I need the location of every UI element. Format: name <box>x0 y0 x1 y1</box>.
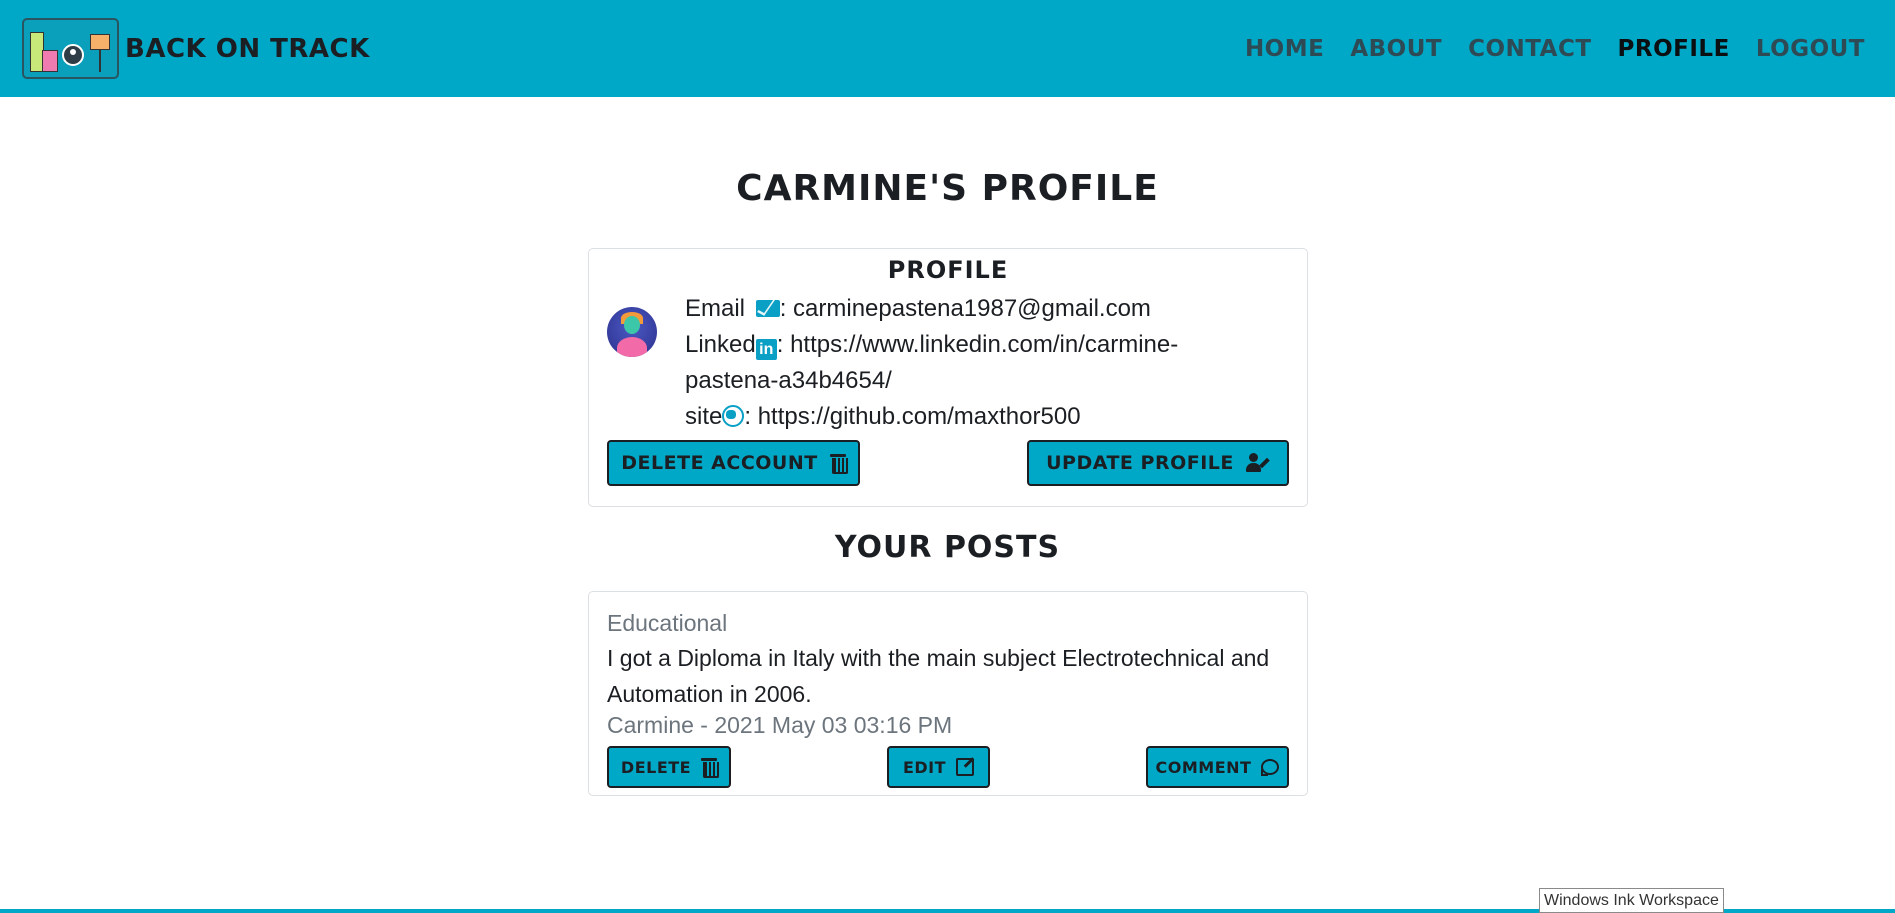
post-comment-button[interactable]: Comment <box>1146 746 1289 788</box>
post-category: Educational <box>607 610 728 636</box>
envelope-icon <box>755 300 780 317</box>
nav-contact[interactable]: Contact <box>1468 36 1591 62</box>
edit-icon <box>956 758 975 776</box>
post-meta: Carmine - 2021 May 03 03:16 PM <box>607 712 953 738</box>
post-content: I got a Diploma in Italy with the main s… <box>607 645 1270 707</box>
nav-menu: Home About Contact Profile Logout <box>1245 36 1865 62</box>
nav-profile[interactable]: Profile <box>1618 36 1730 62</box>
email-row: Email : carminepastena1987@gmail.com <box>685 291 1225 327</box>
delete-account-button[interactable]: Delete Account <box>607 440 860 486</box>
nav-logout[interactable]: Logout <box>1756 36 1865 62</box>
site-label: site <box>685 403 723 430</box>
delete-account-label: Delete Account <box>621 452 818 474</box>
post-card: Educational I got a Diploma in Italy wit… <box>588 591 1308 796</box>
update-profile-button[interactable]: Update Profile <box>1027 440 1289 486</box>
globe-icon <box>722 405 745 427</box>
linkedin-icon: in <box>755 339 777 360</box>
post-edit-label: Edit <box>902 757 947 777</box>
nav-about[interactable]: About <box>1350 36 1442 62</box>
nav-home[interactable]: Home <box>1245 36 1324 62</box>
post-edit-button[interactable]: Edit <box>887 746 990 788</box>
site-row: site : https://github.com/maxthor500 <box>685 399 1225 435</box>
trash-icon <box>829 454 848 474</box>
post-comment-label: Comment <box>1155 757 1252 777</box>
linkedin-row: Linked in: https://www.linkedin.com/in/ca… <box>685 327 1225 399</box>
linkedin-label: Linked <box>685 331 756 358</box>
posts-heading: Your Posts <box>834 530 1061 565</box>
trash-icon <box>701 758 720 778</box>
profile-heading: Profile <box>887 256 1009 284</box>
post-delete-label: Delete <box>620 757 692 777</box>
email-label: Email <box>685 295 746 322</box>
brand-link[interactable]: Back on Track <box>22 18 370 79</box>
post-delete-button[interactable]: Delete <box>607 746 731 788</box>
brand-logo-icon <box>22 18 119 79</box>
profile-card: Profile Email : carminepastena1987@gmail… <box>588 248 1308 507</box>
brand-name: Back on Track <box>125 33 370 64</box>
email-value: : carminepastena1987@gmail.com <box>779 295 1151 322</box>
profile-info: Email : carminepastena1987@gmail.com Lin… <box>685 291 1225 435</box>
user-edit-icon <box>1245 453 1270 473</box>
avatar <box>607 307 657 357</box>
site-value[interactable]: : https://github.com/maxthor500 <box>744 403 1080 430</box>
comment-icon <box>1261 759 1280 776</box>
navbar: Back on Track Home About Contact Profile… <box>0 0 1895 97</box>
system-tooltip: Windows Ink Workspace <box>1539 888 1724 913</box>
update-profile-label: Update Profile <box>1046 452 1234 474</box>
page-title: Carmine's Profile <box>736 168 1159 209</box>
